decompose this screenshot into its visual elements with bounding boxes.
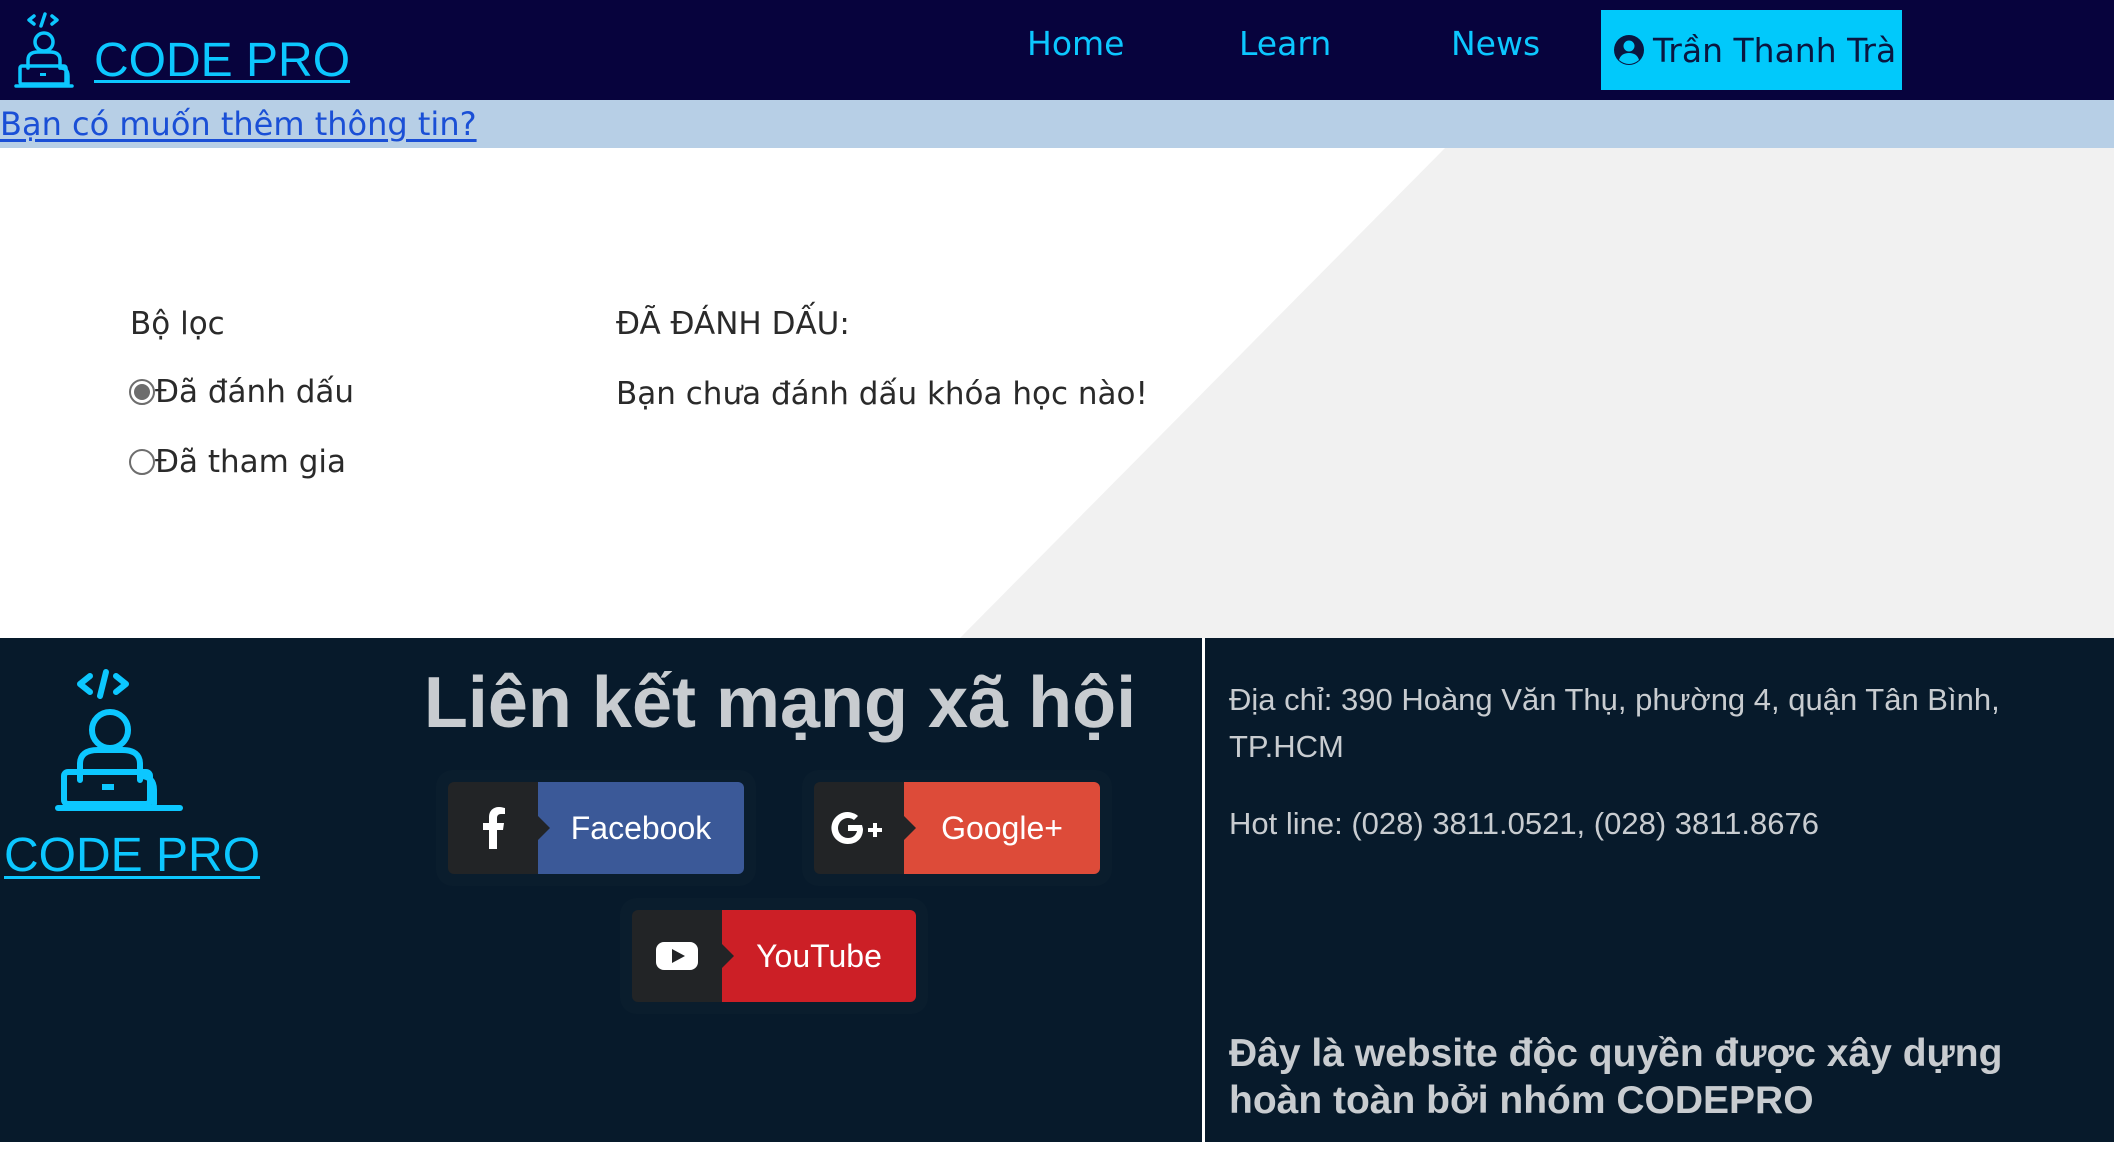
nav-home[interactable]: Home bbox=[1027, 24, 1124, 63]
facebook-button[interactable]: Facebook bbox=[448, 782, 744, 874]
user-circle-icon bbox=[1614, 35, 1644, 65]
marked-section-title: ĐÃ ĐÁNH DẤU: bbox=[616, 306, 850, 342]
coder-laptop-icon bbox=[14, 12, 74, 88]
ownership-claim: Đây là website độc quyền được xây dựng h… bbox=[1229, 1032, 2003, 1122]
empty-marked-message: Bạn chưa đánh dấu khóa học nào! bbox=[616, 376, 1148, 412]
facebook-icon bbox=[448, 782, 550, 874]
footer-contact-section: Địa chỉ: 390 Hoàng Văn Thụ, phường 4, qu… bbox=[1205, 638, 2114, 1142]
coder-laptop-icon bbox=[55, 669, 183, 811]
address-text: Địa chỉ: 390 Hoàng Văn Thụ, phường 4, qu… bbox=[1229, 682, 2000, 764]
radio-joined[interactable] bbox=[129, 449, 155, 475]
radio-marked[interactable] bbox=[129, 379, 155, 405]
top-navbar: CODE PRO Home Learn News Trần Thanh Trà bbox=[0, 0, 2114, 100]
footer-social-section: CODE PRO Liên kết mạng xã hội Facebook G… bbox=[0, 638, 1202, 1142]
logo-link[interactable]: CODE PRO bbox=[14, 10, 350, 90]
filter-option-label: Đã tham gia bbox=[155, 444, 347, 480]
google-plus-label: Google+ bbox=[904, 782, 1100, 874]
footer-logo-text[interactable]: CODE PRO bbox=[4, 828, 260, 883]
youtube-button[interactable]: YouTube bbox=[632, 910, 916, 1002]
info-bar: Bạn có muốn thêm thông tin? bbox=[0, 100, 2114, 148]
google-plus-icon bbox=[814, 782, 916, 874]
main-content: Bộ lọc Đã đánh dấu Đã tham gia ĐÃ ĐÁNH D… bbox=[0, 148, 2114, 638]
filter-option-joined[interactable]: Đã tham gia bbox=[129, 444, 346, 480]
filter-option-label: Đã đánh dấu bbox=[155, 374, 355, 410]
social-links-title: Liên kết mạng xã hội bbox=[423, 663, 1137, 743]
facebook-label: Facebook bbox=[538, 782, 744, 874]
hotline-text: Hot line: (028) 3811.0521, (028) 3811.86… bbox=[1229, 806, 1819, 841]
user-name: Trần Thanh Trà bbox=[1653, 30, 1897, 70]
filter-title: Bộ lọc bbox=[130, 306, 225, 342]
user-account-button[interactable]: Trần Thanh Trà bbox=[1601, 10, 1902, 90]
google-plus-button[interactable]: Google+ bbox=[814, 782, 1100, 874]
youtube-icon bbox=[632, 910, 734, 1002]
page-bottom-edge bbox=[0, 1142, 2114, 1158]
more-info-link[interactable]: Bạn có muốn thêm thông tin? bbox=[0, 105, 477, 143]
filter-option-marked[interactable]: Đã đánh dấu bbox=[129, 374, 354, 410]
logo-text: CODE PRO bbox=[94, 34, 351, 87]
youtube-label: YouTube bbox=[722, 910, 916, 1002]
nav-learn[interactable]: Learn bbox=[1239, 24, 1331, 63]
nav-news[interactable]: News bbox=[1451, 24, 1540, 63]
